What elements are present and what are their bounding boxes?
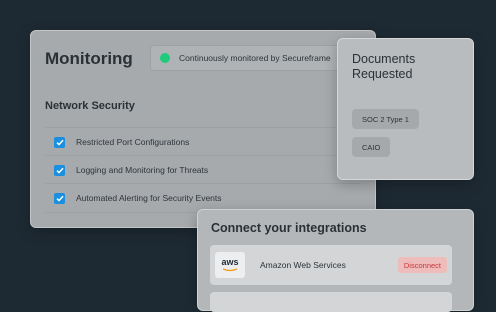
monitoring-card: Monitoring Continuously monitored by Sec… xyxy=(30,30,376,228)
doc-tag-caio[interactable]: CAIO xyxy=(352,137,391,157)
documents-requested-title: Documents Requested xyxy=(352,52,416,81)
integrations-title: Connect your integrations xyxy=(211,221,367,235)
integration-row-partial[interactable] xyxy=(210,292,452,312)
aws-smile-icon xyxy=(222,268,238,272)
checkbox-checked-icon[interactable] xyxy=(54,136,65,148)
aws-logo: aws xyxy=(215,252,245,278)
integration-name: Amazon Web Services xyxy=(260,260,346,270)
monitoring-status-badge: Continuously monitored by Secureframe xyxy=(150,45,340,71)
check-label: Logging and Monitoring for Threats xyxy=(76,165,209,175)
doc-tag-soc2[interactable]: SOC 2 Type 1 xyxy=(352,109,419,129)
status-dot-icon xyxy=(160,53,170,63)
check-label: Restricted Port Configurations xyxy=(76,137,190,147)
check-label: Automated Alerting for Security Events xyxy=(76,193,222,203)
disconnect-button[interactable]: Disconnect xyxy=(397,257,447,273)
integrations-card: Connect your integrations aws Amazon Web… xyxy=(197,209,474,312)
check-row-logging-monitoring[interactable]: Logging and Monitoring for Threats xyxy=(45,155,361,184)
documents-requested-card: Documents Requested SOC 2 Type 1 CAIO xyxy=(337,38,474,180)
monitoring-title: Monitoring xyxy=(45,49,133,68)
integration-row-aws[interactable]: aws Amazon Web Services Disconnect xyxy=(210,245,452,285)
aws-logo-text: aws xyxy=(221,257,239,267)
checkbox-checked-icon[interactable] xyxy=(54,192,65,204)
checkbox-checked-icon[interactable] xyxy=(54,164,65,176)
check-row-restricted-ports[interactable]: Restricted Port Configurations xyxy=(45,127,361,156)
monitoring-status-text: Continuously monitored by Secureframe xyxy=(179,53,331,63)
network-security-heading: Network Security xyxy=(45,100,135,112)
